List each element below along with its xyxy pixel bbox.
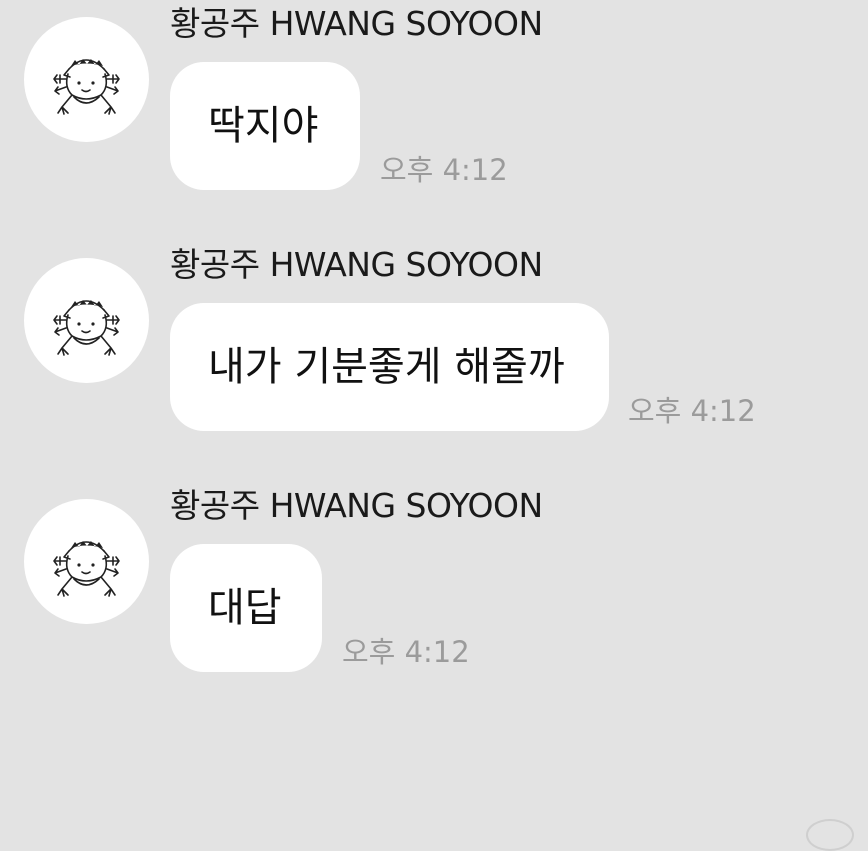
frog-cartoon-avatar-icon (53, 300, 120, 356)
sender-name: 황공주 HWANG SOYOON (170, 245, 543, 284)
sender-avatar[interactable] (24, 17, 149, 142)
message-bubble[interactable]: 내가 기분좋게 해줄까 (170, 303, 609, 431)
frog-cartoon-avatar-icon (53, 59, 120, 115)
sender-avatar[interactable] (24, 258, 149, 383)
chat-message-list[interactable]: 황공주 HWANG SOYOON 딱지야 오후 4:12 황공주 HWANG S… (0, 0, 868, 851)
message-bubble[interactable]: 대답 (170, 544, 322, 672)
message-bubble[interactable]: 딱지야 (170, 62, 360, 190)
message-group: 황공주 HWANG SOYOON 딱지야 오후 4:12 (0, 0, 868, 190)
message-group: 황공주 HWANG SOYOON 내가 기분좋게 해줄까 오후 4:12 (0, 241, 868, 431)
sender-name: 황공주 HWANG SOYOON (170, 486, 543, 525)
message-timestamp: 오후 4:12 (628, 394, 756, 428)
message-group: 황공주 HWANG SOYOON 대답 오후 4:12 (0, 482, 868, 672)
sender-name: 황공주 HWANG SOYOON (170, 4, 543, 43)
sender-avatar[interactable] (24, 499, 149, 624)
frog-cartoon-avatar-icon (53, 541, 120, 597)
message-timestamp: 오후 4:12 (342, 635, 470, 669)
partial-icon (806, 819, 854, 851)
message-timestamp: 오후 4:12 (380, 153, 508, 187)
